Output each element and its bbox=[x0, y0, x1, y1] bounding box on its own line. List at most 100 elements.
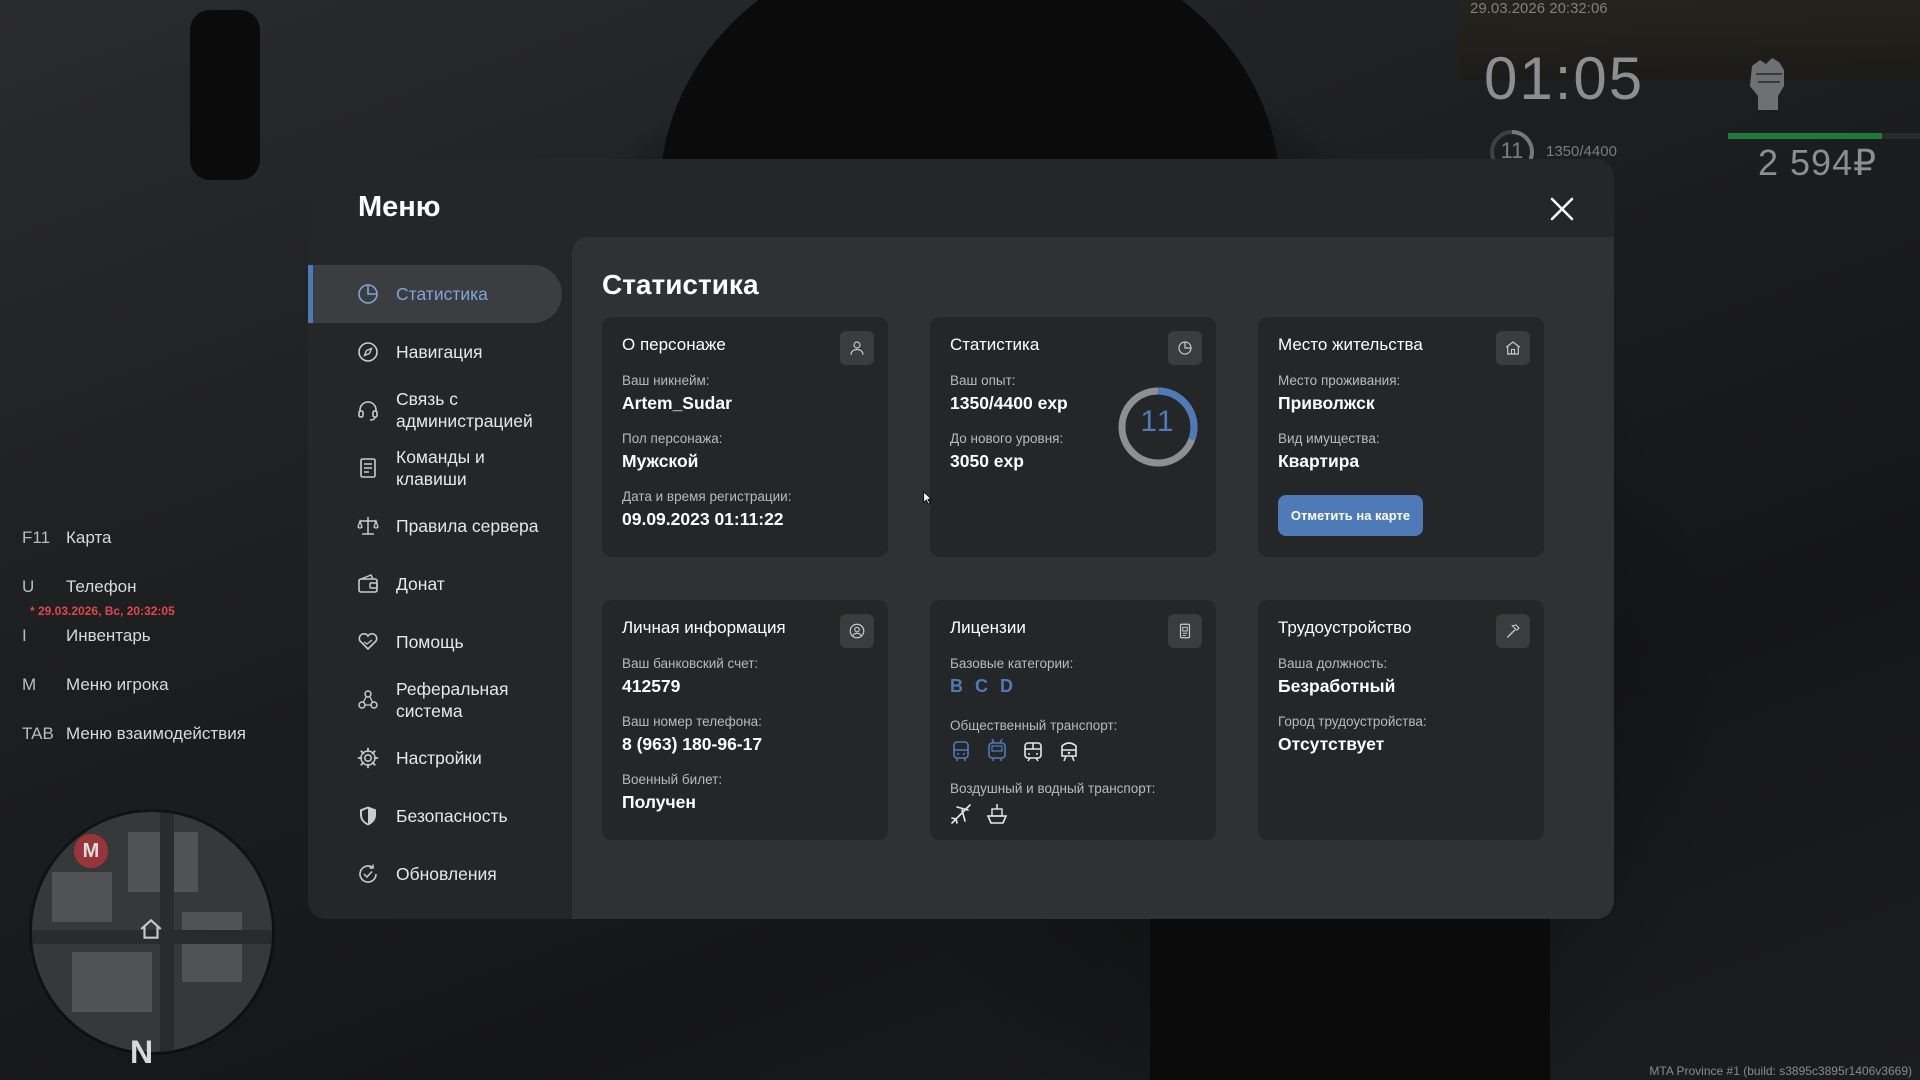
sidebar-item-settings[interactable]: Настройки bbox=[308, 729, 572, 787]
sidebar-item-label: Статистика bbox=[396, 284, 488, 304]
minimap-block bbox=[182, 912, 242, 982]
content-title: Статистика bbox=[602, 269, 759, 300]
train-icon bbox=[1061, 742, 1077, 762]
bank-account-value: 412579 bbox=[622, 676, 681, 696]
shield-icon bbox=[360, 806, 376, 826]
hotkey-key: U bbox=[22, 577, 35, 596]
property-type-value: Квартира bbox=[1278, 451, 1360, 471]
card-title: Место жительства bbox=[1278, 335, 1423, 354]
sidebar-item-label: Обновления bbox=[396, 864, 497, 884]
card-icon-button bbox=[840, 614, 874, 648]
job-city-label: Город трудоустройства: bbox=[1278, 714, 1427, 729]
user-circle-icon bbox=[849, 623, 865, 639]
sidebar-item-statistics[interactable]: Статистика bbox=[308, 265, 562, 323]
minimap-block bbox=[72, 952, 152, 1012]
boat-icon bbox=[986, 804, 1008, 824]
card-title: Личная информация bbox=[622, 618, 786, 637]
mouse-cursor-icon bbox=[923, 491, 932, 505]
sidebar-item-label: Настройки bbox=[396, 748, 482, 768]
sidebar-item-label: Помощь bbox=[396, 632, 464, 652]
sidebar-item-server-rules[interactable]: Правила сервера bbox=[308, 497, 572, 555]
base-categories-label: Базовые категории: bbox=[950, 656, 1074, 671]
license-category: B bbox=[950, 676, 963, 696]
public-transport-label: Общественный транспорт: bbox=[950, 718, 1118, 733]
background-silhouette-left bbox=[190, 10, 260, 180]
hud-exp: 1350/4400 bbox=[1546, 143, 1617, 160]
user-icon bbox=[850, 341, 864, 355]
house-icon bbox=[1505, 341, 1521, 355]
residence-place-label: Место проживания: bbox=[1278, 373, 1401, 388]
hotkey-key: TAB bbox=[22, 724, 54, 743]
phone-label: Ваш номер телефона: bbox=[622, 714, 762, 729]
minimap: M bbox=[32, 812, 272, 1052]
hotkey-map: F11 Карта bbox=[22, 528, 112, 548]
hotkey-label: Меню взаимодействия bbox=[66, 724, 246, 743]
refresh-check-icon bbox=[359, 864, 377, 883]
phone-value: 8 (963) 180-96-17 bbox=[622, 734, 763, 754]
gender-label: Пол персонажа: bbox=[622, 431, 723, 446]
health-bar-track bbox=[1882, 133, 1920, 139]
card-icon-button bbox=[1168, 614, 1202, 648]
sidebar-item-label: Связь с администрацией bbox=[396, 389, 533, 431]
sidebar-item-label: Команды и клавиши bbox=[396, 447, 485, 489]
job-position-value: Безработный bbox=[1278, 676, 1396, 696]
airplane-icon bbox=[951, 804, 971, 824]
nickname-value: Artem_Sudar bbox=[622, 393, 732, 413]
minimap-block bbox=[52, 872, 112, 922]
sidebar-item-commands[interactable]: Команды и клавиши bbox=[308, 439, 572, 497]
job-city-value: Отсутствует bbox=[1278, 734, 1385, 754]
sidebar-item-label: Реферальная система bbox=[396, 679, 509, 721]
exp-label: Ваш опыт: bbox=[950, 373, 1016, 388]
hammer-icon bbox=[1507, 624, 1520, 638]
sidebar-item-help[interactable]: Помощь bbox=[308, 613, 572, 671]
hotkey-label: Телефон bbox=[66, 577, 137, 596]
sidebar-item-donate[interactable]: Донат bbox=[308, 555, 572, 613]
sidebar-item-navigation[interactable]: Навигация bbox=[308, 323, 572, 381]
licenses-card: Лицензии Базовые категории: BCD Обществе… bbox=[930, 600, 1216, 840]
stats-card: Статистика Ваш опыт: 1350/4400 exp До но… bbox=[930, 317, 1216, 557]
mark-on-map-button[interactable]: Отметить на карте bbox=[1278, 495, 1423, 536]
gear-icon bbox=[357, 747, 379, 769]
sidebar-item-admin-contact[interactable]: Связь с администрацией bbox=[308, 381, 572, 439]
personal-info-card: Личная информация Ваш банковский счет: 4… bbox=[602, 600, 888, 840]
air-water-transport-label: Воздушный и водный транспорт: bbox=[950, 781, 1156, 796]
next-level-label: До нового уровня: bbox=[950, 431, 1064, 446]
wallet-icon bbox=[358, 574, 378, 593]
pie-chart-icon bbox=[358, 284, 378, 304]
bus-icon bbox=[953, 741, 969, 761]
character-card: О персонаже Ваш никнейм: Artem_Sudar Пол… bbox=[602, 317, 888, 557]
hud-money: 2 594₽ bbox=[1758, 142, 1877, 183]
card-title: Лицензии bbox=[950, 618, 1026, 637]
close-icon[interactable] bbox=[1544, 191, 1580, 227]
exp-value: 1350/4400 exp bbox=[950, 393, 1068, 413]
document-list-icon bbox=[360, 458, 376, 478]
card-icon-button bbox=[1496, 614, 1530, 648]
level-number: 11 bbox=[1140, 405, 1176, 438]
license-category: C bbox=[975, 676, 988, 696]
card-title: Трудоустройство bbox=[1278, 618, 1412, 637]
pie-chart-icon bbox=[1178, 341, 1192, 355]
registration-label: Дата и время регистрации: bbox=[622, 489, 792, 504]
military-id-value: Получен bbox=[622, 792, 696, 812]
sidebar-item-referral[interactable]: Реферальная система bbox=[308, 671, 572, 729]
employment-card: Трудоустройство Ваша должность: Безработ… bbox=[1258, 600, 1544, 840]
fist-icon bbox=[1750, 58, 1784, 110]
statistics-panel: Статистика О персонаже Ваш никнейм: Arte… bbox=[572, 237, 1614, 919]
license-categories: BCD bbox=[950, 676, 1025, 697]
hud-datetime: 29.03.2026 20:32:06 bbox=[1470, 0, 1608, 17]
registration-value: 09.09.2023 01:11:22 bbox=[622, 509, 784, 529]
compass-north: N bbox=[130, 1034, 154, 1070]
sidebar-item-security[interactable]: Безопасность bbox=[308, 787, 572, 845]
license-category: D bbox=[1000, 676, 1013, 696]
public-transport-icons bbox=[948, 738, 1082, 764]
hotkey-label: Меню игрока bbox=[66, 675, 169, 694]
hotkey-interaction-menu: TAB Меню взаимодействия bbox=[22, 724, 246, 744]
sidebar-item-label: Навигация bbox=[396, 342, 483, 362]
metro-marker-icon: M bbox=[74, 834, 108, 868]
sidebar-item-updates[interactable]: Обновления bbox=[308, 845, 572, 903]
tram-icon bbox=[1024, 742, 1042, 762]
menu-sidebar: Статистика Навигация Связь с администрац… bbox=[308, 265, 572, 903]
scales-icon bbox=[357, 517, 379, 535]
hotkey-key: I bbox=[22, 626, 27, 645]
card-icon-button bbox=[1168, 331, 1202, 365]
